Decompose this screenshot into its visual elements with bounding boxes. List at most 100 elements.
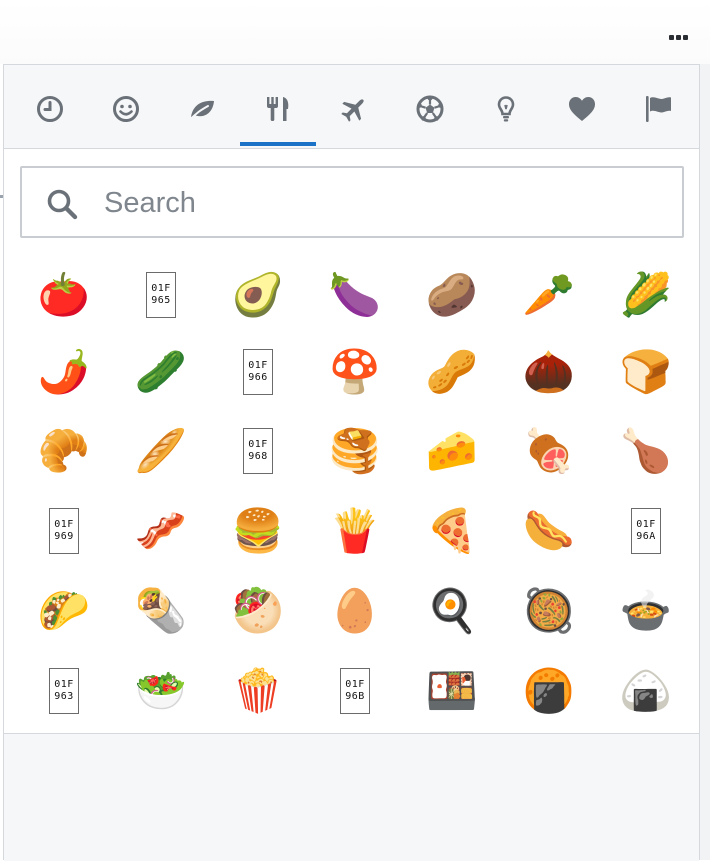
tab-objects[interactable] bbox=[468, 85, 544, 145]
emoji-button[interactable]: 🥕 bbox=[507, 262, 591, 328]
emoji-glyph: 🥜 bbox=[425, 347, 479, 396]
emoji-glyph: 🍳 bbox=[425, 586, 479, 635]
search-icon bbox=[47, 189, 78, 220]
emoji-picker: 🍅01F965🥑🍆🥔🥕🌽🌶️🥒01F966🍄🥜🌰🍞🥐🥖01F968🥞🧀🍖🍗01F… bbox=[3, 64, 700, 861]
emoji-glyph: 🥘 bbox=[522, 586, 576, 635]
smiley-icon bbox=[113, 96, 139, 122]
emoji-button[interactable]: 🍕 bbox=[410, 498, 494, 564]
emoji-button[interactable]: 🥘 bbox=[507, 578, 591, 644]
emoji-glyph: 🍙 bbox=[619, 666, 673, 715]
tab-symbols[interactable] bbox=[544, 85, 620, 145]
missing-glyph-code: 01F bbox=[636, 519, 656, 530]
emoji-glyph: 🍖 bbox=[522, 426, 576, 475]
emoji-button[interactable]: 🥚 bbox=[313, 578, 397, 644]
emoji-button[interactable]: 🥖 bbox=[119, 418, 203, 484]
fork-knife-icon bbox=[267, 97, 289, 121]
emoji-button[interactable]: 🌰 bbox=[507, 339, 591, 405]
more-options-button[interactable] bbox=[669, 31, 688, 43]
search-input[interactable] bbox=[102, 180, 666, 226]
emoji-glyph: 🌶️ bbox=[37, 347, 91, 396]
picker-footer bbox=[4, 734, 699, 861]
emoji-button[interactable]: 01F 968 bbox=[216, 418, 300, 484]
emoji-button[interactable]: 🥐 bbox=[22, 418, 106, 484]
emoji-button[interactable]: 🥜 bbox=[410, 339, 494, 405]
emoji-button[interactable]: 🍔 bbox=[216, 498, 300, 564]
clock-icon bbox=[37, 96, 63, 122]
emoji-glyph: 🥒 bbox=[134, 347, 188, 396]
emoji-glyph: 🍕 bbox=[425, 506, 479, 555]
emoji-button[interactable]: 🍳 bbox=[410, 578, 494, 644]
emoji-glyph: 🍄 bbox=[328, 347, 382, 396]
emoji-button[interactable]: 🌭 bbox=[507, 498, 591, 564]
emoji-button[interactable]: 🥓 bbox=[119, 498, 203, 564]
emoji-button[interactable]: 01F 969 bbox=[22, 498, 106, 564]
emoji-glyph: 🍲 bbox=[619, 586, 673, 635]
emoji-glyph: 🍔 bbox=[231, 506, 285, 555]
tab-smileys[interactable] bbox=[88, 85, 164, 145]
emoji-button[interactable]: 🍆 bbox=[313, 262, 397, 328]
emoji-button[interactable]: 🍅 bbox=[22, 262, 106, 328]
emoji-button[interactable]: 🌯 bbox=[119, 578, 203, 644]
emoji-button[interactable]: 🥗 bbox=[119, 658, 203, 724]
emoji-glyph: 🥑 bbox=[231, 270, 285, 319]
leaf-icon bbox=[189, 100, 214, 121]
emoji-glyph: 🥚 bbox=[328, 586, 382, 635]
emoji-glyph: 🥞 bbox=[328, 426, 382, 475]
emoji-glyph: 🥔 bbox=[425, 270, 479, 319]
emoji-glyph: 🍅 bbox=[37, 270, 91, 319]
emoji-button[interactable]: 🍲 bbox=[604, 578, 688, 644]
emoji-button[interactable]: 🥒 bbox=[119, 339, 203, 405]
emoji-button[interactable]: 01F 96B bbox=[313, 658, 397, 724]
missing-glyph-code: 96A bbox=[636, 531, 656, 542]
emoji-button[interactable]: 🍗 bbox=[604, 418, 688, 484]
emoji-button[interactable]: 🍱 bbox=[410, 658, 494, 724]
emoji-button[interactable]: 🥞 bbox=[313, 418, 397, 484]
emoji-button[interactable]: 🍖 bbox=[507, 418, 591, 484]
page-edge bbox=[700, 64, 710, 860]
emoji-button[interactable]: 🍞 bbox=[604, 339, 688, 405]
emoji-button[interactable]: 01F 966 bbox=[216, 339, 300, 405]
emoji-glyph: 🍆 bbox=[328, 270, 382, 319]
tab-travel[interactable] bbox=[316, 85, 392, 145]
more-dot bbox=[669, 34, 674, 40]
emoji-button[interactable]: 🍟 bbox=[313, 498, 397, 564]
emoji-glyph: 🍟 bbox=[328, 506, 382, 555]
tab-flags[interactable] bbox=[620, 85, 696, 145]
emoji-button[interactable]: 01F 965 bbox=[119, 262, 203, 328]
emoji-button[interactable]: 🍿 bbox=[216, 658, 300, 724]
category-tabs bbox=[4, 65, 699, 149]
tab-activities[interactable] bbox=[392, 85, 468, 145]
emoji-button[interactable]: 🥙 bbox=[216, 578, 300, 644]
emoji-button[interactable]: 🍄 bbox=[313, 339, 397, 405]
emoji-glyph: 🌯 bbox=[134, 586, 188, 635]
emoji-button[interactable]: 🌽 bbox=[604, 262, 688, 328]
lightbulb-icon bbox=[497, 96, 515, 122]
missing-glyph-code: 01F bbox=[248, 360, 268, 371]
emoji-glyph: 🥗 bbox=[134, 666, 188, 715]
emoji-button[interactable]: 🧀 bbox=[410, 418, 494, 484]
emoji-glyph: 🥙 bbox=[231, 586, 285, 635]
tab-food[interactable] bbox=[240, 85, 316, 146]
heart-icon bbox=[569, 97, 595, 121]
missing-glyph-code: 968 bbox=[248, 451, 268, 462]
flag-icon bbox=[646, 96, 671, 122]
emoji-button[interactable]: 🌮 bbox=[22, 578, 106, 644]
missing-glyph-code: 01F bbox=[248, 439, 268, 450]
emoji-button[interactable]: 🥑 bbox=[216, 262, 300, 328]
missing-glyph-box: 01F 969 bbox=[49, 508, 79, 554]
emoji-glyph: 🍗 bbox=[619, 426, 673, 475]
tab-nature[interactable] bbox=[164, 85, 240, 145]
emoji-button[interactable]: 01F 96A bbox=[604, 498, 688, 564]
emoji-button[interactable]: 🌶️ bbox=[22, 339, 106, 405]
airplane-icon bbox=[341, 99, 364, 122]
emoji-glyph: 🥓 bbox=[134, 506, 188, 555]
emoji-glyph: 🍱 bbox=[425, 666, 479, 715]
emoji-button[interactable]: 🍘 bbox=[507, 658, 591, 724]
emoji-button[interactable]: 🥔 bbox=[410, 262, 494, 328]
emoji-button[interactable]: 🍙 bbox=[604, 658, 688, 724]
missing-glyph-code: 01F bbox=[54, 679, 74, 690]
tab-recent[interactable] bbox=[12, 85, 88, 145]
emoji-button[interactable]: 01F 963 bbox=[22, 658, 106, 724]
emoji-glyph: 🍞 bbox=[619, 347, 673, 396]
missing-glyph-code: 01F bbox=[345, 679, 365, 690]
